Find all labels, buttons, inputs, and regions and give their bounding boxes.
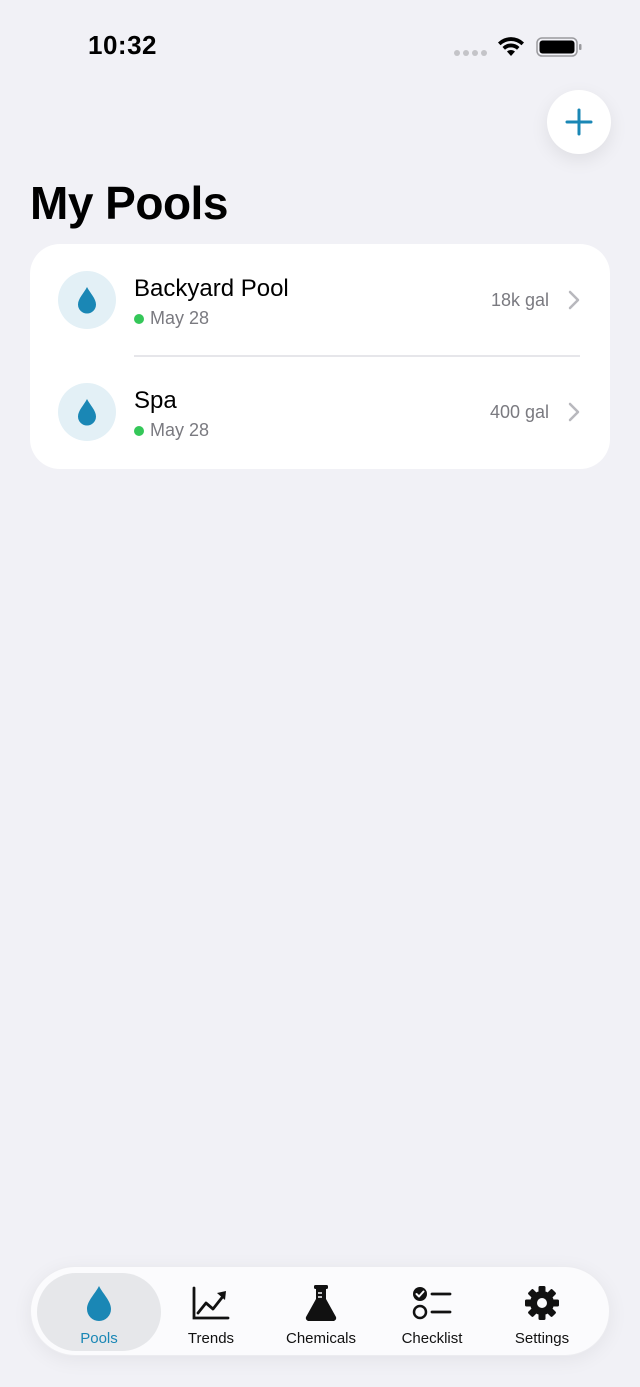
pool-list: Backyard Pool May 28 18k gal Spa May 28 [30,244,610,469]
cellular-signal-icon [454,50,487,56]
tab-label: Checklist [401,1330,463,1347]
status-time: 10:32 [88,30,157,60]
pools-screen: 10:32 My Pools Backyard Pool May 28 18k … [0,0,640,1387]
checklist-icon [412,1287,452,1320]
tab-checklist[interactable]: Checklist [376,1273,488,1351]
gear-icon [525,1286,559,1320]
page-title: My Pools [30,177,228,229]
add-pool-button[interactable] [547,90,611,154]
tab-bar: Pools Trends Chemicals Checklist Setting… [30,1266,610,1356]
pool-name: Spa [134,387,177,414]
pool-row-backyard-pool[interactable]: Backyard Pool May 28 18k gal [30,244,610,357]
pool-volume: 18k gal [490,290,549,310]
tab-trends[interactable]: Trends [155,1273,267,1351]
water-drop-icon [78,287,96,314]
chevron-right-icon [568,402,580,422]
tab-settings[interactable]: Settings [486,1273,598,1351]
tab-label: Chemicals [285,1330,357,1347]
tab-label: Settings [514,1330,570,1347]
pool-status: May 28 [134,308,209,329]
status-bar: 10:32 [0,0,640,90]
pool-date: May 28 [150,420,210,440]
tab-chemicals[interactable]: Chemicals [265,1273,377,1351]
tab-label: Trends [187,1330,235,1347]
tab-pools[interactable]: Pools [37,1273,161,1351]
pool-avatar [58,271,116,329]
flask-icon [305,1285,337,1322]
pool-date: May 28 [150,308,210,328]
water-drop-icon [87,1286,111,1321]
water-drop-icon [78,399,96,426]
chart-line-icon [192,1286,230,1320]
tab-label: Pools [80,1330,118,1347]
battery-icon [536,37,582,57]
pool-volume: 400 gal [489,402,549,422]
pool-row-spa[interactable]: Spa May 28 400 gal [30,356,610,469]
pool-name: Backyard Pool [134,275,289,302]
plus-icon [565,108,593,136]
status-dot [134,425,144,436]
chevron-right-icon [568,290,580,310]
status-dot [134,313,144,324]
wifi-icon [498,37,524,56]
pool-status: May 28 [134,420,209,441]
pool-avatar [58,383,116,441]
